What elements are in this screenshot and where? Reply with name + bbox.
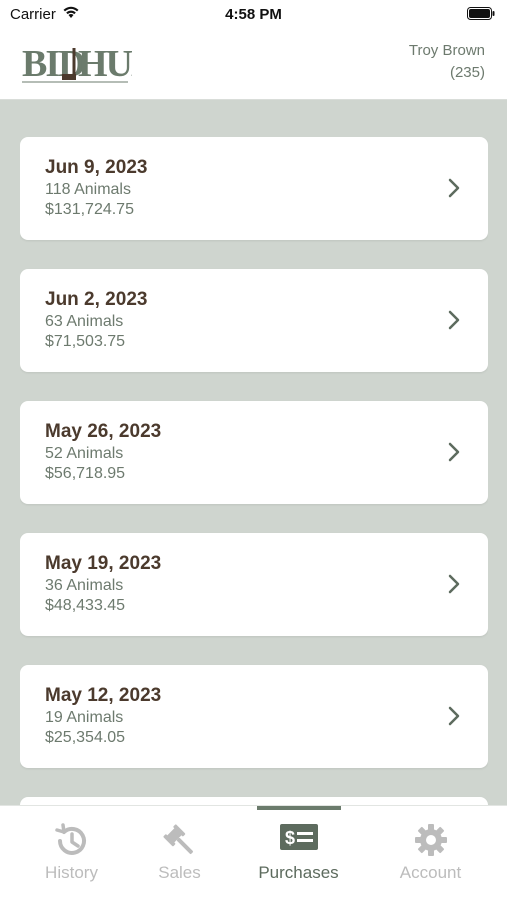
tab-sales-label: Sales — [158, 863, 201, 882]
user-id: (235) — [449, 64, 485, 81]
purchase-card[interactable]: Jun 9, 2023 118 Animals $131,724.75 — [20, 137, 488, 240]
svg-text:HUB: HUB — [78, 43, 132, 85]
purchase-animal-count: 63 Animals — [45, 313, 124, 330]
purchase-animal-count: 52 Animals — [45, 445, 124, 462]
tab-account[interactable]: Account — [367, 806, 494, 901]
tab-purchases-label: Purchases — [258, 863, 339, 882]
purchase-date: Jun 2, 2023 — [45, 289, 148, 310]
purchase-card[interactable]: May 12, 2023 19 Animals $25,354.05 — [20, 665, 488, 768]
chevron-right-icon — [448, 706, 460, 731]
purchase-card[interactable]: Jun 2, 2023 63 Animals $71,503.75 — [20, 269, 488, 372]
status-time: 4:58 PM — [225, 6, 282, 23]
purchase-total: $56,718.95 — [45, 465, 126, 482]
purchase-list: Jun 9, 2023 118 Animals $131,724.75 Jun … — [20, 137, 488, 805]
chevron-right-icon — [448, 178, 460, 203]
purchase-card[interactable]: May 26, 2023 52 Animals $56,718.95 — [20, 401, 488, 504]
tab-purchases[interactable]: $ Purchases — [235, 806, 362, 901]
purchase-animal-count: 19 Animals — [45, 709, 124, 726]
purchase-total: $71,503.75 — [45, 333, 126, 350]
app-header: BID HUB Troy Brown (235) — [0, 28, 507, 100]
purchase-animal-count: 36 Animals — [45, 577, 124, 594]
purchase-date: May 26, 2023 — [45, 421, 162, 442]
chevron-right-icon — [448, 310, 460, 335]
user-name: Troy Brown — [408, 42, 485, 59]
purchase-total: $25,354.05 — [45, 729, 126, 746]
svg-text:$: $ — [285, 828, 295, 848]
bidhub-logo: BID HUB — [22, 38, 158, 91]
status-bar: Carrier 4:58 PM — [0, 0, 507, 28]
gear-icon — [367, 822, 494, 862]
tab-account-label: Account — [399, 863, 462, 882]
battery-icon — [467, 7, 495, 25]
purchase-total: $131,724.75 — [45, 201, 134, 218]
chevron-right-icon — [448, 574, 460, 599]
tab-bar: History Sales $ Purchases Account — [0, 805, 507, 901]
purchase-card[interactable]: May 19, 2023 36 Animals $48,433.45 — [20, 533, 488, 636]
tab-sales[interactable]: Sales — [116, 806, 243, 901]
purchase-card-partial[interactable] — [20, 797, 488, 805]
purchase-animal-count: 118 Animals — [45, 181, 131, 198]
money-icon: $ — [235, 822, 362, 862]
gavel-icon — [116, 822, 243, 862]
purchase-date: May 19, 2023 — [45, 553, 162, 574]
purchase-date: May 12, 2023 — [45, 685, 162, 706]
purchase-date: Jun 9, 2023 — [45, 157, 148, 178]
purchase-total: $48,433.45 — [45, 597, 126, 614]
chevron-right-icon — [448, 442, 460, 467]
